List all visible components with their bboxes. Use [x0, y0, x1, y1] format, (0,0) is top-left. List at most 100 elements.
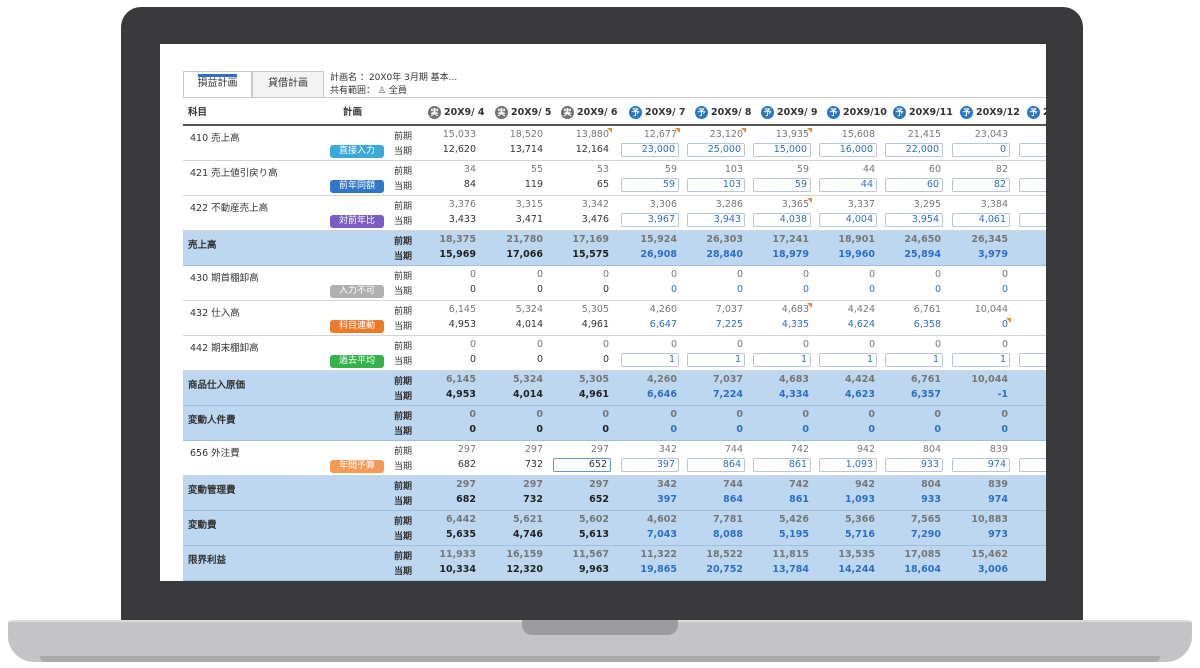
prev-period-label: 前期 — [394, 377, 413, 387]
forecast-badge-icon: 予 — [629, 106, 642, 119]
value-input[interactable] — [1019, 143, 1046, 157]
prev-value: 26,345 — [971, 234, 1008, 245]
value-input[interactable] — [1019, 178, 1046, 192]
share-scope-value: 全員 — [388, 86, 407, 96]
prev-value: 0 — [868, 409, 875, 420]
prev-value: 297 — [456, 479, 476, 490]
value-input[interactable]: 861 — [753, 458, 811, 472]
curr-value: 0 — [602, 284, 609, 295]
value-input[interactable]: 1 — [885, 353, 943, 367]
plan-method-button[interactable]: 対前年比 — [330, 215, 384, 228]
value-input[interactable]: 864 — [687, 458, 745, 472]
value-input[interactable]: 82 — [952, 178, 1010, 192]
value-input[interactable]: 4,038 — [753, 213, 811, 227]
actual-badge-icon: 実 — [428, 106, 441, 119]
prev-value: 60 — [928, 164, 941, 175]
value-input[interactable]: 3,967 — [621, 213, 679, 227]
account-name: 421 売上値引戻り高 — [190, 168, 278, 179]
adjusted-flag-icon — [675, 128, 680, 133]
prev-value: 34 — [463, 164, 476, 175]
prev-value: 0 — [736, 339, 743, 350]
value-input[interactable]: 1,093 — [819, 458, 877, 472]
header-month-label: 20X9/12 — [976, 107, 1020, 118]
prev-value: 0 — [934, 409, 941, 420]
value-input[interactable]: 1 — [819, 353, 877, 367]
prev-value: 11,567 — [572, 549, 609, 560]
value-input[interactable]: 16,000 — [819, 143, 877, 157]
prev-value: 0 — [602, 339, 609, 350]
prev-value: 4,424 — [844, 374, 875, 385]
prev-period-label: 前期 — [394, 237, 413, 247]
value-input[interactable]: 4,004 — [819, 213, 877, 227]
plan-method-button[interactable]: 過去平均 — [330, 355, 384, 368]
curr-value: 3,006 — [977, 564, 1008, 575]
value-input[interactable]: 60 — [885, 178, 943, 192]
curr-value: 12,620 — [442, 144, 476, 155]
plan-method-button[interactable]: 前年同額 — [330, 180, 384, 193]
value-input[interactable]: 44 — [819, 178, 877, 192]
value-input[interactable]: 23,000 — [621, 143, 679, 157]
tab-profit-loss[interactable]: 損益計画 — [183, 71, 252, 97]
value-input[interactable]: 1 — [952, 353, 1010, 367]
prev-value: 0 — [868, 339, 875, 350]
value-input[interactable]: 933 — [885, 458, 943, 472]
prev-value: 5,324 — [512, 374, 543, 385]
value-input[interactable]: 59 — [753, 178, 811, 192]
value-input[interactable]: 3,943 — [687, 213, 745, 227]
actual-badge-icon: 実 — [495, 106, 508, 119]
header-month: 予 20X9/11 — [893, 102, 953, 124]
value-input[interactable]: 22,000 — [885, 143, 943, 157]
curr-value: 18,604 — [904, 564, 941, 575]
value-input[interactable]: 397 — [621, 458, 679, 472]
plan-method-button[interactable]: 科目連動 — [330, 320, 384, 333]
curr-value: 26,908 — [640, 249, 677, 260]
value-input[interactable]: 1 — [621, 353, 679, 367]
value-input[interactable]: 652 — [553, 458, 611, 472]
curr-value: 20,752 — [706, 564, 743, 575]
curr-value: 0 — [670, 424, 677, 435]
prev-value: 11,933 — [439, 549, 476, 560]
tab-balance-sheet[interactable]: 貸借計画 — [252, 71, 324, 97]
prev-value: 3,315 — [515, 199, 543, 210]
curr-value: 0 — [602, 354, 609, 365]
prev-value: 18,520 — [509, 129, 543, 140]
prev-value: 297 — [589, 479, 609, 490]
prev-value: 839 — [989, 444, 1008, 455]
plan-method-button[interactable]: 直接入力 — [330, 145, 384, 158]
plan-name-label: 計画名 — [330, 73, 358, 83]
value-input[interactable]: 1 — [753, 353, 811, 367]
prev-value: 342 — [658, 444, 677, 455]
prev-value: 103 — [724, 164, 743, 175]
curr-value: 9,963 — [578, 564, 609, 575]
curr-period-label: 当期 — [394, 147, 413, 157]
prev-value: 21,780 — [506, 234, 543, 245]
value-input[interactable]: 3,954 — [885, 213, 943, 227]
value-input[interactable] — [1019, 458, 1046, 472]
value-input[interactable]: 15,000 — [753, 143, 811, 157]
value-input[interactable]: 0 — [952, 143, 1010, 157]
curr-value: 13,714 — [509, 144, 543, 155]
plan-method-button[interactable]: 入力不可 — [330, 285, 384, 298]
value-input[interactable]: 1 — [687, 353, 745, 367]
prev-value: 3,376 — [448, 199, 476, 210]
curr-period-label: 当期 — [394, 567, 413, 577]
curr-value: 0 — [868, 284, 875, 295]
prev-value: 5,324 — [515, 304, 543, 315]
value-input[interactable]: 974 — [952, 458, 1010, 472]
value-input[interactable]: 25,000 — [687, 143, 745, 157]
prev-value: 297 — [523, 479, 543, 490]
prev-value: 744 — [723, 479, 743, 490]
value-input[interactable] — [1019, 213, 1046, 227]
value-input[interactable]: 59 — [621, 178, 679, 192]
value-input[interactable] — [1019, 353, 1046, 367]
adjusted-flag-icon — [807, 303, 812, 308]
prev-period-label: 前期 — [394, 412, 413, 422]
curr-value: 0 — [802, 424, 809, 435]
plan-method-button[interactable]: 年間予算 — [330, 460, 384, 473]
forecast-badge-icon: 予 — [893, 106, 906, 119]
prev-period-label: 前期 — [394, 167, 413, 177]
subtotal-row: 商品仕入原価 前期 当期 6,145 5,324 5,305 4,260 7,037 4,683… — [183, 371, 1046, 406]
value-input[interactable]: 4,061 — [952, 213, 1010, 227]
curr-value: 7,043 — [646, 529, 677, 540]
value-input[interactable]: 103 — [687, 178, 745, 192]
